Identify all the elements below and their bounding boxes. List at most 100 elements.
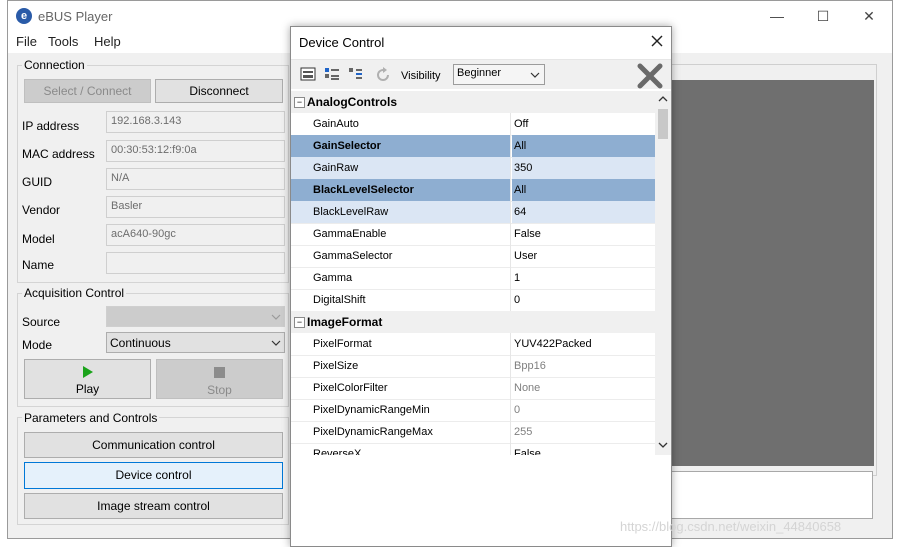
property-row[interactable]: ReverseX False	[291, 443, 655, 455]
property-value[interactable]: False	[512, 223, 655, 245]
minimize-button[interactable]: —	[754, 1, 800, 31]
disconnect-x-icon[interactable]	[637, 63, 663, 89]
property-value: 255	[514, 426, 533, 438]
source-dropdown[interactable]	[106, 306, 285, 327]
property-name: BlackLevelRaw	[291, 201, 511, 223]
category-label: ImageFormat	[307, 315, 383, 329]
property-row[interactable]: GainRaw 350	[291, 157, 655, 180]
property-row[interactable]: Gamma 1	[291, 267, 655, 290]
menu-file[interactable]: File	[16, 34, 37, 49]
property-value: 0	[514, 404, 521, 416]
guid-field: N/A	[106, 168, 285, 190]
property-row[interactable]: PixelDynamicRangeMax 255	[291, 421, 655, 444]
maximize-button[interactable]: ☐	[800, 1, 846, 31]
mode-value: Continuous	[110, 336, 171, 350]
mac-address-field: 00:30:53:12:f9:0a	[106, 140, 285, 162]
property-name: PixelDynamicRangeMax	[291, 421, 511, 443]
select-connect-button[interactable]: Select / Connect	[24, 79, 151, 103]
dialog-toolbar: Visibility Beginner	[291, 59, 671, 89]
property-grid: − AnalogControls GainAuto Off GainSelecto…	[291, 91, 655, 455]
name-label: Name	[22, 258, 55, 272]
property-value: None	[514, 382, 541, 394]
property-name: BlackLevelSelector	[291, 179, 511, 201]
vertical-scrollbar[interactable]	[655, 91, 671, 455]
property-value[interactable]: All	[512, 179, 655, 201]
collapse-toggle-icon[interactable]: −	[294, 317, 305, 328]
property-name: GainRaw	[291, 157, 511, 179]
dialog-title: Device Control	[299, 35, 385, 50]
stop-icon	[214, 367, 225, 378]
name-field	[106, 252, 285, 274]
property-value[interactable]: 0	[512, 289, 655, 311]
stop-button[interactable]: Stop	[156, 359, 283, 399]
refresh-icon[interactable]	[375, 67, 391, 81]
property-name: GammaEnable	[291, 223, 511, 245]
close-icon	[651, 35, 663, 47]
property-row[interactable]: PixelFormat YUV422Packed	[291, 333, 655, 356]
collapse-toggle-icon[interactable]: −	[294, 97, 305, 108]
collapse-all-icon[interactable]	[348, 67, 364, 81]
visibility-value: Beginner	[457, 67, 502, 79]
menu-tools[interactable]: Tools	[48, 34, 78, 49]
window-title: eBUS Player	[38, 9, 113, 24]
load-settings-icon[interactable]	[300, 67, 316, 81]
property-row[interactable]: PixelColorFilter None	[291, 377, 655, 400]
property-name: GainAuto	[291, 113, 511, 135]
property-row[interactable]: PixelSize Bpp16	[291, 355, 655, 378]
app-logo-icon: e	[16, 8, 32, 24]
ip-address-label: IP address	[22, 119, 80, 133]
chevron-down-icon	[530, 72, 540, 78]
property-row[interactable]: GammaEnable False	[291, 223, 655, 246]
visibility-label: Visibility	[401, 70, 441, 82]
property-name: Gamma	[291, 267, 511, 289]
property-value[interactable]: User	[512, 245, 655, 267]
property-value[interactable]: YUV422Packed	[512, 333, 655, 355]
property-row[interactable]: GainAuto Off	[291, 113, 655, 136]
communication-control-button[interactable]: Communication control	[24, 432, 283, 458]
property-name: GammaSelector	[291, 245, 511, 267]
property-value[interactable]: 64	[512, 201, 655, 223]
disconnect-button[interactable]: Disconnect	[155, 79, 283, 103]
chevron-down-icon	[271, 340, 281, 346]
visibility-dropdown[interactable]: Beginner	[453, 64, 545, 85]
property-value[interactable]: Off	[512, 113, 655, 135]
property-value[interactable]: 350	[512, 157, 655, 179]
property-value[interactable]: 1	[512, 267, 655, 289]
watermark-text: https://blog.csdn.net/weixin_44840658	[620, 519, 842, 534]
model-field: acA640-90gc	[106, 224, 285, 246]
scrollbar-thumb[interactable]	[658, 109, 668, 139]
model-label: Model	[22, 232, 55, 246]
property-row[interactable]: DigitalShift 0	[291, 289, 655, 312]
property-row[interactable]: BlackLevelSelector All	[291, 179, 655, 202]
category-analogcontrols[interactable]: − AnalogControls	[291, 91, 655, 113]
mode-dropdown[interactable]: Continuous	[106, 332, 285, 353]
property-value[interactable]: False	[512, 443, 655, 455]
stop-label: Stop	[207, 383, 232, 397]
category-label: AnalogControls	[307, 95, 397, 109]
scroll-down-icon[interactable]	[658, 441, 668, 449]
property-value: Bpp16	[514, 360, 546, 372]
category-imageformat[interactable]: − ImageFormat	[291, 311, 655, 333]
parameters-label: Parameters and Controls	[22, 411, 160, 425]
property-name: GainSelector	[291, 135, 511, 157]
image-stream-control-button[interactable]: Image stream control	[24, 493, 283, 519]
scroll-up-icon[interactable]	[658, 95, 668, 103]
property-row[interactable]: GammaSelector User	[291, 245, 655, 268]
mac-address-label: MAC address	[22, 147, 95, 161]
property-row[interactable]: PixelDynamicRangeMin 0	[291, 399, 655, 422]
property-row[interactable]: BlackLevelRaw 64	[291, 201, 655, 224]
property-name: PixelDynamicRangeMin	[291, 399, 511, 421]
menu-help[interactable]: Help	[94, 34, 121, 49]
play-button[interactable]: Play	[24, 359, 151, 399]
expand-all-icon[interactable]	[324, 67, 340, 81]
source-label: Source	[22, 315, 61, 329]
device-control-button[interactable]: Device control	[24, 462, 283, 489]
close-button[interactable]: ✕	[846, 1, 892, 31]
property-value[interactable]: All	[512, 135, 655, 157]
status-area	[665, 471, 873, 519]
property-name: PixelColorFilter	[291, 377, 511, 399]
dialog-close-button[interactable]	[645, 29, 669, 53]
property-row[interactable]: GainSelector All	[291, 135, 655, 158]
play-label: Play	[75, 382, 100, 396]
property-name: DigitalShift	[291, 289, 511, 311]
